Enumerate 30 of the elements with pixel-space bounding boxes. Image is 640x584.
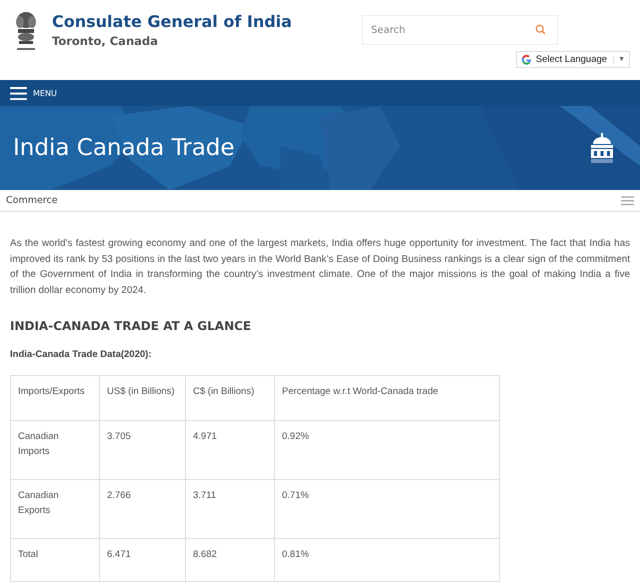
- search-field[interactable]: Search: [362, 15, 558, 45]
- building-icon: [589, 132, 615, 164]
- table-caption: India-Canada Trade Data(2020):: [10, 349, 152, 360]
- menu-button[interactable]: MENU: [10, 86, 57, 100]
- table-header-cell: Percentage w.r.t World-Canada trade: [274, 376, 500, 420]
- menu-icon[interactable]: [621, 196, 634, 206]
- table-cell: 3.705: [100, 420, 186, 480]
- search-icon[interactable]: [535, 24, 546, 35]
- g-logo-icon: [520, 54, 532, 65]
- table-header-cell: US$ (in Billions): [100, 376, 186, 420]
- table-cell: 4.971: [186, 420, 274, 480]
- menu-icon: [10, 86, 27, 100]
- table-cell: 6.471: [100, 538, 186, 582]
- breadcrumb-link[interactable]: Commerce: [6, 195, 58, 206]
- table-header-cell: C$ (in Billions): [186, 376, 274, 420]
- site-subtitle: Toronto, Canada: [52, 34, 159, 48]
- table-cell: Total: [10, 538, 100, 582]
- table-cell: 2.766: [100, 480, 186, 538]
- table-cell: 0.81%: [274, 538, 500, 582]
- table-cell: 0.71%: [274, 480, 500, 538]
- section-heading: INDIA-CANADA TRADE AT A GLANCE: [10, 319, 252, 333]
- page-title: India Canada Trade: [13, 135, 235, 161]
- table-cell: Canadian Imports: [10, 420, 100, 480]
- table-cell: 3.711: [186, 480, 274, 538]
- site-title[interactable]: Consulate General of India: [52, 12, 292, 31]
- table-cell: Canadian Exports: [10, 480, 100, 538]
- table-cell: 8.682: [186, 538, 274, 582]
- intro-paragraph: As the world’s fastest growing economy and one of the largest markets, India offers huge opportunity for investment. The fact that India has improved its rank by 53 positions in the last two years in the World Bank’s Ease of Doing Business rankings is a clear sign of the commitment of the Government of India in transforming the country’s investment climate. One of the major missions is the goal of making India a five trillion dollar economy by 2024.: [10, 237, 630, 298]
- table-header-cell: Imports/Exports: [10, 376, 100, 420]
- table-cell: 0.92%: [274, 420, 500, 480]
